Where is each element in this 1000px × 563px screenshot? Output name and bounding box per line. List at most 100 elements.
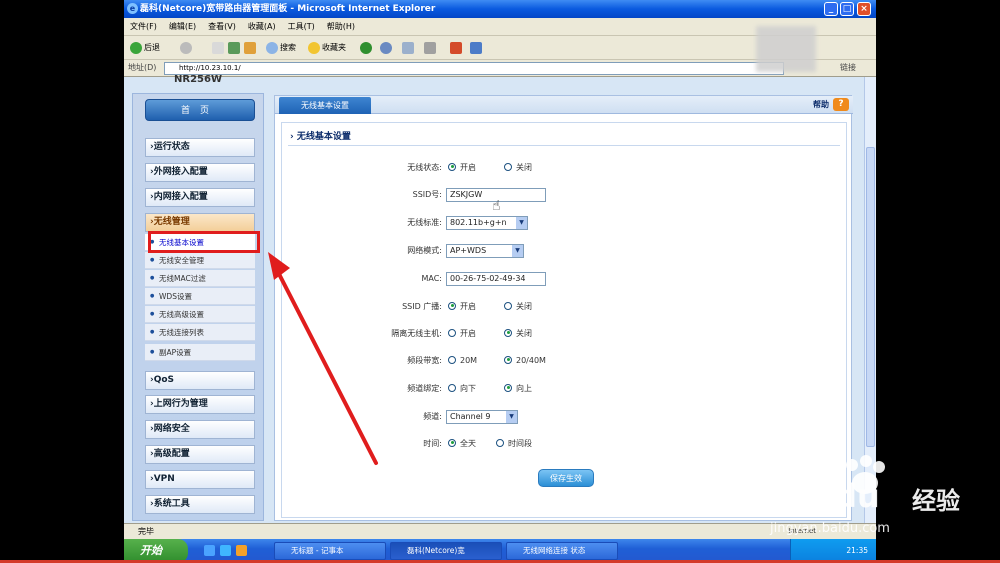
mouse-cursor-icon: ☝: [492, 198, 501, 214]
tab-wireless-basic[interactable]: 无线基本设置: [279, 97, 371, 114]
nav-advanced-config[interactable]: ›高级配置: [145, 445, 255, 464]
mail-button[interactable]: [402, 40, 416, 56]
sub-secondary-ap[interactable]: 副AP设置: [145, 344, 255, 361]
menu-help[interactable]: 帮助(H): [321, 18, 361, 36]
router-admin-page: NR256W 首页 ›运行状态 ›外网接入配置 ›内网接入配置 ›无线管理 无线…: [124, 74, 864, 523]
time-label: 时间:: [423, 439, 442, 448]
minimize-button[interactable]: _: [824, 2, 838, 16]
sub-wireless-client-list[interactable]: 无线连接列表: [145, 324, 255, 341]
nav-network-security[interactable]: ›网络安全: [145, 420, 255, 439]
nav-qos[interactable]: ›QoS: [145, 371, 255, 390]
refresh-button[interactable]: [228, 40, 242, 56]
quicklaunch-ie-icon[interactable]: [220, 545, 231, 556]
media-button[interactable]: [360, 40, 374, 56]
links-label[interactable]: 链接: [840, 62, 856, 73]
media-icon: [360, 41, 372, 54]
edit-button[interactable]: [450, 40, 464, 56]
menu-edit[interactable]: 编辑(E): [163, 18, 202, 36]
maximize-button[interactable]: □: [840, 2, 854, 16]
search-button[interactable]: 搜索: [266, 40, 296, 56]
menu-file[interactable]: 文件(F): [124, 18, 163, 36]
window-title-bar: e 磊科(Netcore)宽带路由器管理面板 - Microsoft Inter…: [124, 0, 876, 18]
window-title: 磊科(Netcore)宽带路由器管理面板 - Microsoft Interne…: [140, 4, 436, 14]
ssid-label: SSID号:: [412, 190, 442, 199]
home-nav-button[interactable]: 首页: [145, 99, 255, 121]
help-label[interactable]: 帮助: [813, 99, 829, 110]
forward-button[interactable]: [180, 40, 194, 56]
help-icon[interactable]: ?: [833, 98, 849, 111]
nav-vpn[interactable]: ›VPN: [145, 470, 255, 489]
quicklaunch-media-icon[interactable]: [236, 545, 247, 556]
bandwidth-20-40m-radio[interactable]: 20/40M: [504, 354, 546, 368]
radio-unselected-icon: [448, 355, 456, 364]
clock: 21:35: [846, 546, 868, 555]
time-allday-radio[interactable]: 全天: [448, 437, 476, 451]
network-mode-label: 网络模式:: [407, 246, 442, 255]
task-browser[interactable]: 磊科(Netcore)宽: [390, 542, 502, 560]
binding-up-radio[interactable]: 向上: [504, 382, 532, 396]
sub-wds-settings[interactable]: WDS设置: [145, 288, 255, 305]
chevron-down-icon: ▼: [512, 245, 523, 257]
nav-wan-config[interactable]: ›外网接入配置: [145, 163, 255, 182]
network-mode-select[interactable]: AP+WDS ▼: [446, 244, 524, 258]
nav-system-tools[interactable]: ›系统工具: [145, 495, 255, 514]
menu-favorites[interactable]: 收藏(A): [242, 18, 282, 36]
time-period-radio[interactable]: 时间段: [496, 437, 532, 451]
stop-icon: [212, 41, 224, 54]
section-title: › 无线基本设置: [290, 132, 351, 142]
back-button[interactable]: 后退: [130, 40, 160, 56]
radio-unselected-icon: [504, 301, 512, 310]
favorites-button[interactable]: 收藏夹: [308, 40, 346, 56]
nav-lan-config[interactable]: ›内网接入配置: [145, 188, 255, 207]
sub-wireless-mac-filter[interactable]: 无线MAC过滤: [145, 270, 255, 287]
mac-input[interactable]: 00-26-75-02-49-34: [446, 272, 546, 286]
wireless-status-off-radio[interactable]: 关闭: [504, 161, 532, 175]
messenger-button[interactable]: [470, 40, 484, 56]
radio-unselected-icon: [504, 162, 512, 171]
print-button[interactable]: [424, 40, 438, 56]
sub-wireless-advanced[interactable]: 无线高级设置: [145, 306, 255, 323]
isolation-label: 隔离无线主机:: [391, 329, 442, 338]
isolation-on-radio[interactable]: 开启: [448, 327, 476, 341]
quicklaunch-desktop-icon[interactable]: [204, 545, 215, 556]
radio-selected-icon: [504, 355, 512, 364]
menu-view[interactable]: 查看(V): [202, 18, 242, 36]
home-button[interactable]: [244, 40, 258, 56]
wireless-status-on-radio[interactable]: 开启: [448, 161, 476, 175]
bandwidth-20m-radio[interactable]: 20M: [448, 354, 477, 368]
isolation-off-radio[interactable]: 关闭: [504, 327, 532, 341]
nav-run-status[interactable]: ›运行状态: [145, 138, 255, 157]
ssid-broadcast-off-radio[interactable]: 关闭: [504, 300, 532, 314]
scrollbar-thumb[interactable]: [866, 147, 875, 447]
wireless-status-label: 无线状态:: [407, 163, 442, 172]
panel-tab-strip: 无线基本设置 帮助 ?: [275, 96, 853, 114]
save-button[interactable]: 保存生效: [538, 469, 594, 487]
channel-select[interactable]: Channel 9 ▼: [446, 410, 518, 424]
stop-button[interactable]: [212, 40, 226, 56]
blurred-region: [756, 26, 816, 72]
section-divider: [288, 145, 840, 146]
ie-logo-icon: e: [127, 3, 138, 14]
highlight-box: [148, 231, 260, 253]
address-input[interactable]: http://10.23.10.1/: [164, 62, 784, 75]
ssid-broadcast-on-radio[interactable]: 开启: [448, 300, 476, 314]
nav-wireless-management[interactable]: ›无线管理: [145, 213, 255, 232]
task-notepad[interactable]: 无标题 - 记事本: [274, 542, 386, 560]
forward-arrow-icon: [180, 41, 192, 54]
wireless-standard-select[interactable]: 802.11b+g+n ▼: [446, 216, 528, 230]
chevron-down-icon: ▼: [516, 217, 527, 229]
channel-binding-label: 频道绑定:: [407, 384, 442, 393]
back-arrow-icon: [130, 41, 142, 54]
nav-behavior-management[interactable]: ›上网行为管理: [145, 395, 255, 414]
mail-icon: [402, 41, 414, 54]
edit-icon: [450, 41, 462, 54]
star-icon: [308, 41, 320, 54]
history-button[interactable]: [380, 40, 394, 56]
radio-selected-icon: [448, 162, 456, 171]
menu-tools[interactable]: 工具(T): [282, 18, 321, 36]
sub-wireless-security[interactable]: 无线安全管理: [145, 252, 255, 269]
binding-down-radio[interactable]: 向下: [448, 382, 476, 396]
radio-unselected-icon: [448, 383, 456, 392]
close-button[interactable]: ×: [857, 2, 871, 16]
task-wireless-status[interactable]: 无线网络连接 状态: [506, 542, 618, 560]
